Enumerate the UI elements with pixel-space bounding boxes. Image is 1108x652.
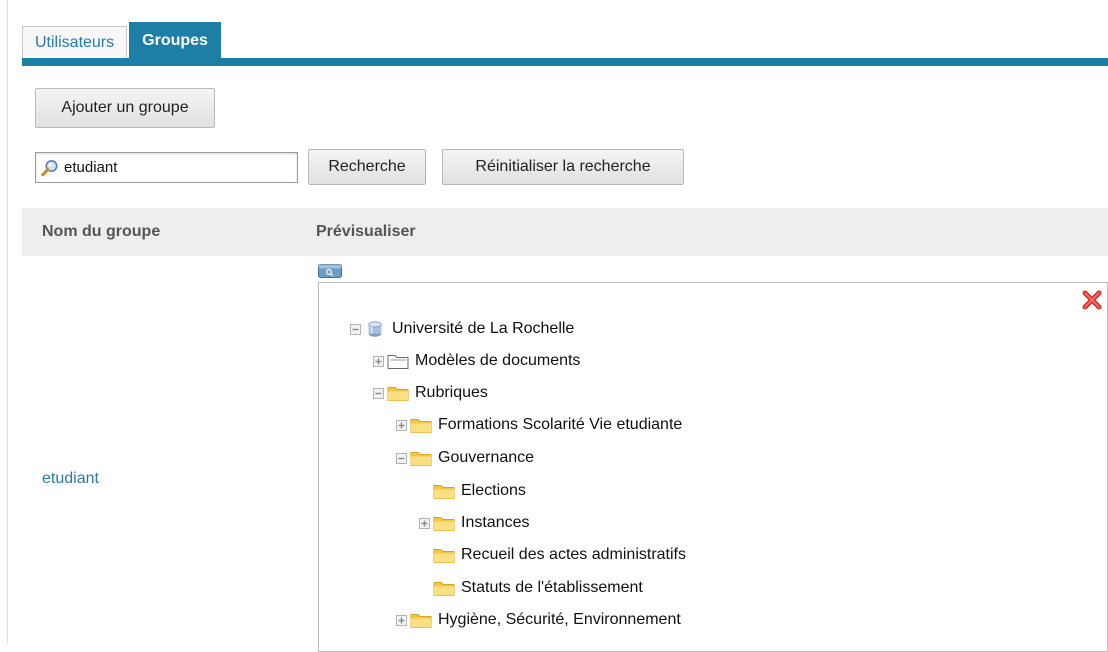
folder-icon xyxy=(410,418,432,433)
page-left-border xyxy=(7,0,8,643)
folder-icon xyxy=(387,386,409,401)
tree-node-label: Rubriques xyxy=(415,384,488,401)
collapse-toggle-icon[interactable] xyxy=(373,387,384,399)
tree-node-label: Hygiène, Sécurité, Environnement xyxy=(438,611,681,628)
folder-icon xyxy=(433,548,455,563)
tab-utilisateurs[interactable]: Utilisateurs xyxy=(22,26,128,58)
tree-node-label: Instances xyxy=(461,514,530,531)
tree-node-label: Université de La Rochelle xyxy=(392,320,575,337)
tab-groupes[interactable]: Groupes xyxy=(129,22,221,58)
tree-node-hygiene[interactable]: Hygiène, Sécurité, Environnement xyxy=(396,608,681,632)
tab-underline xyxy=(22,58,1108,66)
folder-icon xyxy=(433,484,455,499)
tree-node-label: Gouvernance xyxy=(438,449,535,466)
database-icon xyxy=(368,320,382,337)
close-icon[interactable] xyxy=(1081,289,1103,311)
folder-icon xyxy=(433,581,455,596)
folder-icon xyxy=(433,516,455,531)
tree-node-label: Statuts de l'établissement xyxy=(461,579,643,596)
magnifier-icon xyxy=(41,159,58,176)
tree-node-formations[interactable]: Formations Scolarité Vie etudiante xyxy=(396,413,682,437)
folder-icon xyxy=(410,613,432,628)
tree-node-label: Modèles de documents xyxy=(415,352,581,369)
tree-node-label: Elections xyxy=(461,482,526,499)
column-header-preview: Prévisualiser xyxy=(294,208,1108,256)
search-input[interactable]: etudiant xyxy=(35,152,298,183)
collapse-toggle-icon[interactable] xyxy=(350,323,361,335)
tree-node-rubriques[interactable]: Rubriques xyxy=(373,381,488,405)
column-header-group-name: Nom du groupe xyxy=(22,208,294,256)
expand-toggle-icon[interactable] xyxy=(396,614,407,626)
tree-node-modeles[interactable]: Modèles de documents xyxy=(373,349,580,373)
search-input-value: etudiant xyxy=(64,159,118,176)
preview-icon[interactable] xyxy=(318,264,342,278)
expand-toggle-icon[interactable] xyxy=(419,517,430,529)
add-group-button[interactable]: Ajouter un groupe xyxy=(35,88,215,128)
reset-search-button[interactable]: Réinitialiser la recherche xyxy=(442,149,684,185)
tree-node-gouvernance[interactable]: Gouvernance xyxy=(396,446,534,470)
collapse-toggle-icon[interactable] xyxy=(396,452,407,464)
tab-bar: Utilisateurs Groupes xyxy=(22,22,223,58)
folder-icon xyxy=(410,451,432,466)
tree-node-universite[interactable]: Université de La Rochelle xyxy=(350,317,574,341)
folder-outline-icon xyxy=(387,354,409,369)
tree-node-recueil[interactable]: Recueil des actes administratifs xyxy=(419,543,686,567)
search-button[interactable]: Recherche xyxy=(308,149,426,185)
tree-node-instances[interactable]: Instances xyxy=(419,511,529,535)
tree-node-elections[interactable]: Elections xyxy=(419,479,526,503)
tree-node-statuts[interactable]: Statuts de l'établissement xyxy=(419,576,643,600)
expand-toggle-icon[interactable] xyxy=(396,419,407,431)
expand-toggle-icon[interactable] xyxy=(373,355,384,367)
tree-node-label: Formations Scolarité Vie etudiante xyxy=(438,416,683,433)
group-name-link[interactable]: etudiant xyxy=(42,470,99,488)
tree-node-label: Recueil des actes administratifs xyxy=(461,546,686,563)
